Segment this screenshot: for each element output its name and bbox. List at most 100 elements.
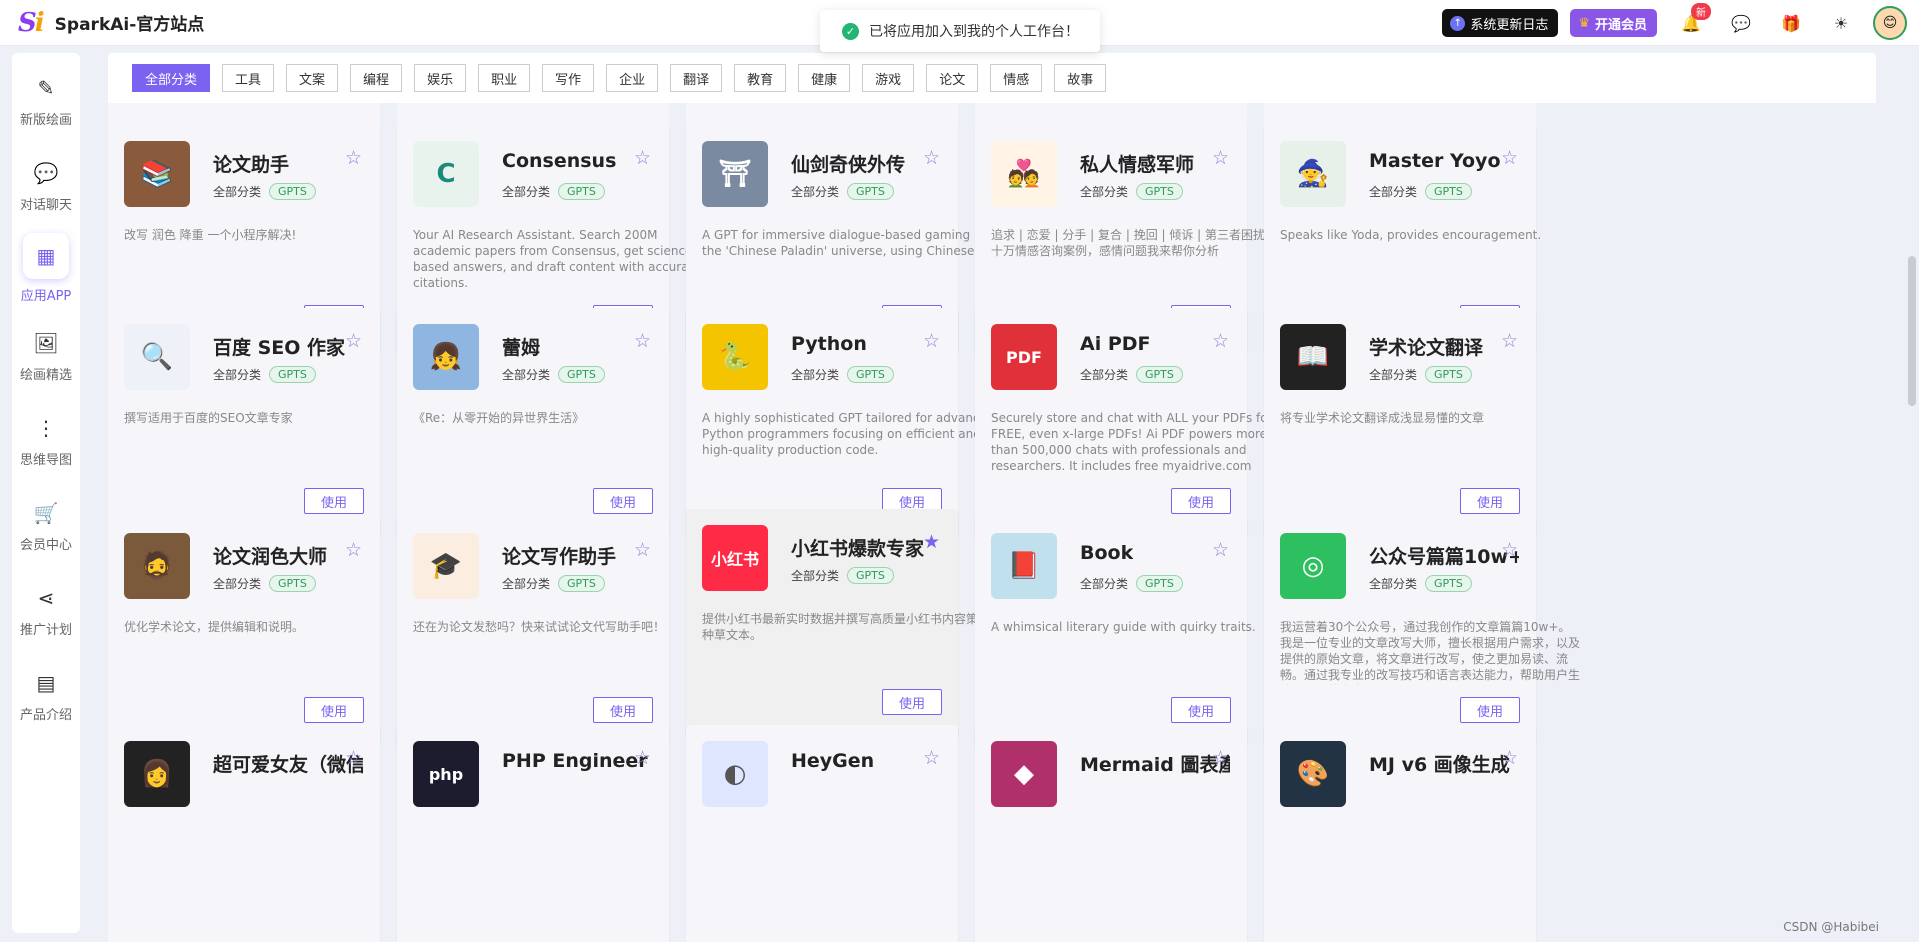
favorite-star-icon[interactable]: ☆ <box>634 330 651 352</box>
favorite-star-icon[interactable]: ☆ <box>1501 747 1518 769</box>
filter-chip[interactable]: 游戏 <box>862 64 915 92</box>
filter-chip[interactable]: 企业 <box>606 64 659 92</box>
app-title: 百度 SEO 作家 <box>213 337 346 359</box>
app-card[interactable]: ◐ HeyGen ☆ <box>686 725 958 942</box>
use-button[interactable]: 使用 <box>593 488 653 514</box>
favorite-star-icon[interactable]: ☆ <box>1501 330 1518 352</box>
gpts-badge: GPTS <box>269 366 316 383</box>
favorite-star-icon[interactable]: ★ <box>923 531 940 553</box>
app-card[interactable]: ◆ Mermaid 圖表產生器☆ <box>975 725 1247 942</box>
favorite-star-icon[interactable]: ☆ <box>1501 147 1518 169</box>
filter-chip[interactable]: 教育 <box>734 64 787 92</box>
favorite-star-icon[interactable]: ☆ <box>345 539 362 561</box>
app-card[interactable]: 📕 Book 全部分类 GPTS A whimsical literary guide … <box>975 517 1256 747</box>
avatar[interactable]: 😊 <box>1873 6 1907 40</box>
favorite-star-icon[interactable]: ☆ <box>923 147 940 169</box>
favorite-star-icon[interactable]: ☆ <box>1212 539 1229 561</box>
app-title: MJ v6 画像生成 <box>1369 754 1510 776</box>
app-title: 公众号篇篇10w+ <box>1369 546 1519 568</box>
gift-icon[interactable]: 🎁 <box>1773 6 1809 40</box>
sidebar-item-6[interactable]: ⋖ 推广计划 <box>12 583 80 638</box>
app-thumbnail-icon: 小红书 <box>702 525 768 591</box>
app-meta: 全部分类 GPTS <box>1369 575 1472 592</box>
sidebar-item-7[interactable]: ▤ 产品介绍 <box>12 668 80 723</box>
app-meta: 全部分类 GPTS <box>502 366 605 383</box>
sidebar-item-2[interactable]: ▦ 应用APP <box>12 233 80 304</box>
filter-chip[interactable]: 情感 <box>990 64 1043 92</box>
sidebar-item-5[interactable]: 🛒 会员中心 <box>12 498 80 553</box>
app-card[interactable]: PDF Ai PDF 全部分类 GPTS Securely store and chat… <box>975 308 1273 538</box>
use-button[interactable]: 使用 <box>593 697 653 723</box>
app-meta: 全部分类 GPTS <box>213 183 316 200</box>
app-card[interactable]: 👩 超可爱女友（微信聊天☆ <box>108 725 380 942</box>
favorite-star-icon[interactable]: ☆ <box>1212 747 1229 769</box>
filter-chip[interactable]: 编程 <box>350 64 403 92</box>
app-card[interactable]: 小红书 小红书爆款专家 全部分类 GPTS 提供小红书最新实时数据并撰写高质量小红书内容… <box>686 509 1002 739</box>
image-gallery-icon: 🖼 <box>33 331 59 355</box>
use-button[interactable]: 使用 <box>882 689 942 715</box>
favorite-star-icon[interactable]: ☆ <box>1212 330 1229 352</box>
filter-chip[interactable]: 娱乐 <box>414 64 467 92</box>
favorite-star-icon[interactable]: ☆ <box>923 330 940 352</box>
app-title: Consensus <box>502 150 617 172</box>
sidebar-item-1[interactable]: 💬 对话聊天 <box>12 158 80 213</box>
filter-chip[interactable]: 文案 <box>286 64 339 92</box>
filter-chip[interactable]: 全部分类 <box>132 64 211 92</box>
share-icon: ⋖ <box>37 586 55 610</box>
sidebar-item-4[interactable]: ⋮ 思维导图 <box>12 413 80 468</box>
use-button[interactable]: 使用 <box>1171 488 1231 514</box>
app-category: 全部分类 <box>1369 185 1418 199</box>
notification-bell-icon[interactable]: 🔔 新 <box>1673 3 1711 40</box>
app-thumbnail-icon: PDF <box>991 324 1057 390</box>
app-card[interactable]: php PHP Engineer ☆ <box>397 725 669 942</box>
filter-chip[interactable]: 健康 <box>798 64 851 92</box>
gpts-badge: GPTS <box>847 183 894 200</box>
scrollbar[interactable] <box>1908 256 1916 406</box>
app-card[interactable]: 👧 蕾姆 全部分类 GPTS 《Re：从零开始的异世界生活》 使用 ☆ <box>397 308 669 538</box>
app-card[interactable]: 📖 学术论文翻译 全部分类 GPTS 将专业学术论文翻译成浅显易懂的文章 使用 ☆ <box>1264 308 1536 538</box>
filter-chip[interactable]: 工具 <box>222 64 275 92</box>
filter-chip[interactable]: 职业 <box>478 64 531 92</box>
filter-chip[interactable]: 论文 <box>926 64 979 92</box>
favorite-star-icon[interactable]: ☆ <box>345 330 362 352</box>
wechat-icon[interactable]: 💬 <box>1723 6 1759 40</box>
favorite-star-icon[interactable]: ☆ <box>1501 539 1518 561</box>
favorite-star-icon[interactable]: ☆ <box>634 147 651 169</box>
notification-badge: 新 <box>1691 3 1711 20</box>
favorite-star-icon[interactable]: ☆ <box>923 747 940 769</box>
watermark: CSDN @Habibei <box>1783 920 1879 934</box>
app-title: 学术论文翻译 <box>1369 337 1484 359</box>
favorite-star-icon[interactable]: ☆ <box>345 747 362 769</box>
logo[interactable]: Si SparkAi-官方站点 <box>18 8 204 38</box>
filter-chip[interactable]: 翻译 <box>670 64 723 92</box>
favorite-star-icon[interactable]: ☆ <box>1212 147 1229 169</box>
gpts-badge: GPTS <box>269 183 316 200</box>
app-card[interactable]: ◎ 公众号篇篇10w+ 全部分类 GPTS 我运营着30个公众号，通过我创作的文章篇篇1… <box>1264 517 1580 747</box>
app-title: Master Yoyo <box>1369 150 1501 172</box>
app-card[interactable]: 🔍 百度 SEO 作家 全部分类 GPTS 撰写适用于百度的SEO文章专家 使用 ☆ <box>108 308 380 538</box>
app-card[interactable]: 🧔 论文润色大师 全部分类 GPTS 优化学术论文，提供编辑和说明。 使用 ☆ <box>108 517 380 747</box>
favorite-star-icon[interactable]: ☆ <box>634 747 651 769</box>
theme-sun-icon[interactable]: ☀ <box>1823 6 1859 40</box>
use-button[interactable]: 使用 <box>304 697 364 723</box>
use-button[interactable]: 使用 <box>1460 697 1520 723</box>
filter-chip[interactable]: 故事 <box>1054 64 1107 92</box>
vip-button[interactable]: ♛ 开通会员 <box>1570 9 1657 37</box>
app-description: 撰写适用于百度的SEO文章专家 <box>124 411 293 425</box>
sidebar-item-3[interactable]: 🖼 绘画精选 <box>12 328 80 383</box>
success-toast: ✓ 已将应用加入到我的个人工作台！ <box>820 10 1100 52</box>
sidebar: ✎ 新版绘画 💬 对话聊天 ▦ 应用APP 🖼 绘画精选 ⋮ 思维导图 🛒 会员中心 ⋖ 推广计划 ▤ 产品介… <box>12 53 80 933</box>
app-card[interactable]: 🎨 MJ v6 画像生成 ☆ <box>1264 725 1536 942</box>
app-card[interactable]: 🐍 Python 全部分类 GPTS A highly sophisticated GP… <box>686 308 995 538</box>
use-button[interactable]: 使用 <box>1460 488 1520 514</box>
use-button[interactable]: 使用 <box>304 488 364 514</box>
favorite-star-icon[interactable]: ☆ <box>345 147 362 169</box>
use-button[interactable]: 使用 <box>1171 697 1231 723</box>
app-card[interactable]: 🎓 论文写作助手 全部分类 GPTS 还在为论文发愁吗？快来试试论文代写助手吧！ 使用 ☆ <box>397 517 669 747</box>
sidebar-item-0[interactable]: ✎ 新版绘画 <box>12 73 80 128</box>
gpts-badge: GPTS <box>558 575 605 592</box>
app-category: 全部分类 <box>791 185 840 199</box>
changelog-button[interactable]: ↑ 系统更新日志 <box>1442 9 1559 37</box>
filter-chip[interactable]: 写作 <box>542 64 595 92</box>
favorite-star-icon[interactable]: ☆ <box>634 539 651 561</box>
